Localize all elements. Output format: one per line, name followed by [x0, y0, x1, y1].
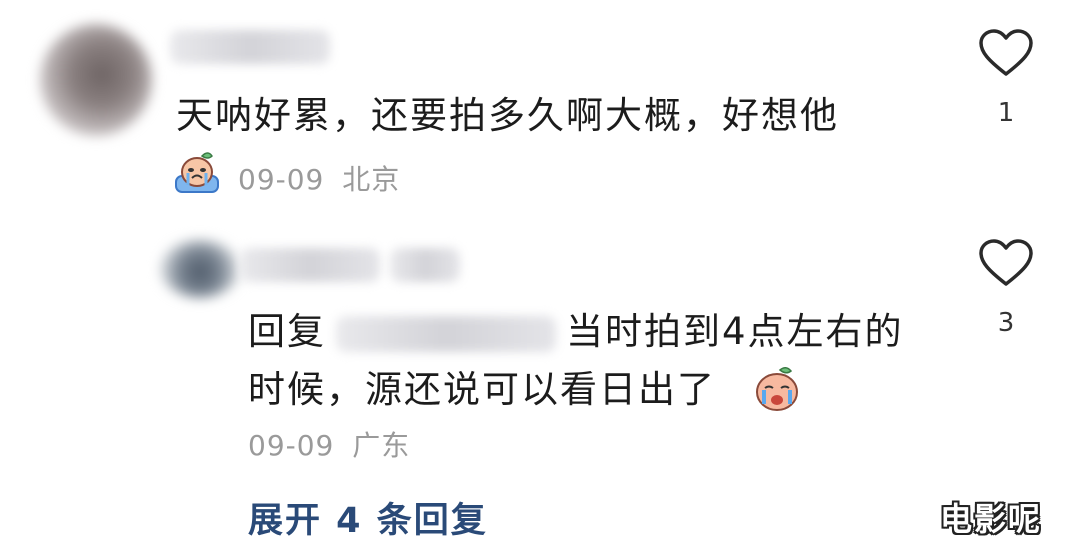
comment-text[interactable]: 天呐好累，还要拍多久啊大概，好想他	[176, 88, 839, 144]
comment-location: 北京	[342, 163, 401, 196]
reply-text-part1: 当时拍到4点左右的	[566, 310, 904, 353]
heart-icon	[979, 29, 1033, 76]
heart-icon	[979, 239, 1033, 286]
reply-emoji-icon	[752, 364, 802, 414]
replier-tag	[390, 248, 460, 282]
comment-like-count: 1	[997, 98, 1015, 128]
comment-badge-icon	[172, 148, 222, 196]
reply-text-line2[interactable]: 时候，源还说可以看日出了	[248, 362, 716, 418]
reply-meta: 09-09 广东	[248, 424, 410, 464]
reply-mention[interactable]	[336, 315, 556, 352]
comment-meta: 09-09 北京	[238, 158, 400, 198]
commenter-avatar[interactable]	[40, 24, 152, 136]
expand-replies-button[interactable]: 展开 4 条回复	[248, 492, 488, 543]
reply-text-part2: 时候，源还说可以看日出了	[248, 368, 716, 411]
reply-text-line1[interactable]: 回复 当时拍到4点左右的	[248, 304, 904, 360]
replier-username[interactable]	[240, 248, 380, 282]
reply-location: 广东	[352, 429, 411, 462]
comment-like-button[interactable]	[976, 28, 1036, 80]
reply-date: 09-09	[248, 429, 335, 462]
comment-date: 09-09	[238, 163, 325, 196]
reply-like-button[interactable]	[976, 238, 1036, 290]
reply-prefix: 回复	[248, 310, 326, 353]
commenter-username[interactable]	[170, 30, 330, 64]
watermark-text: 电影呢	[940, 500, 1043, 538]
replier-avatar[interactable]	[160, 240, 240, 298]
reply-like-count: 3	[997, 308, 1015, 338]
